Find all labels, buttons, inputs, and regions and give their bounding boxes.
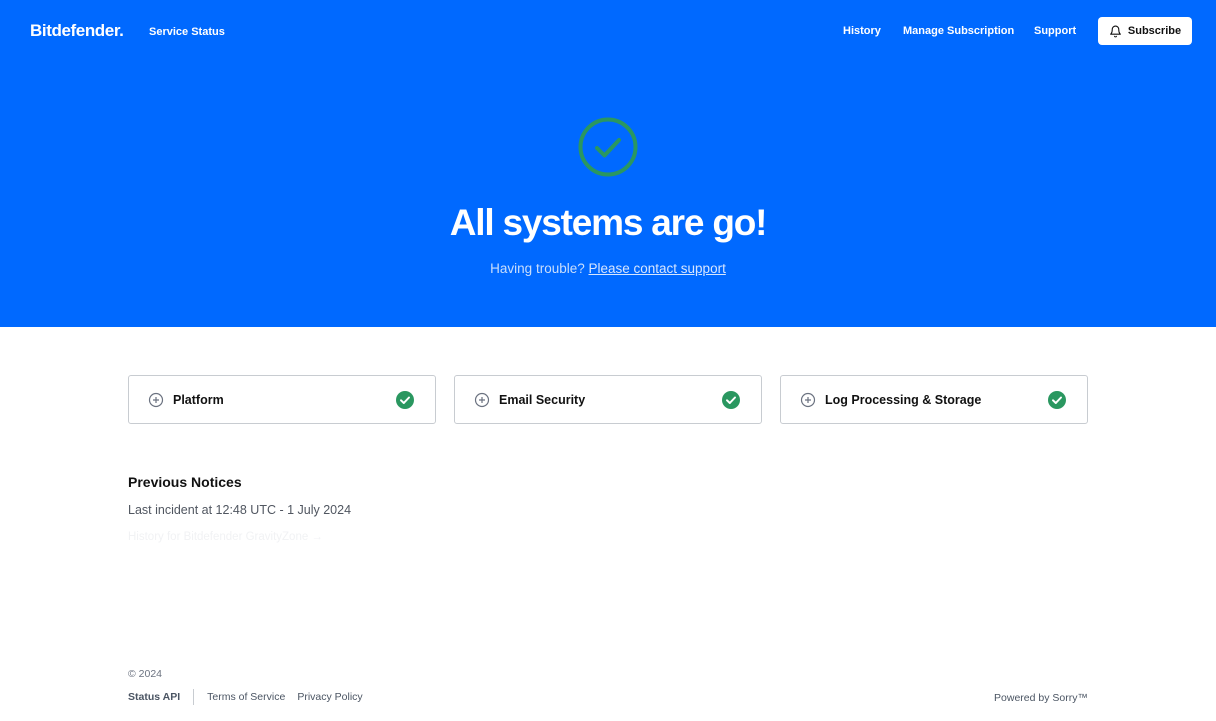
hero-help-text: Having trouble? Please contact support: [0, 261, 1216, 276]
bitdefender-logo[interactable]: Bitdefender.: [30, 21, 124, 41]
footer-links: Status API Terms of Service Privacy Poli…: [128, 689, 363, 705]
terms-of-service-link[interactable]: Terms of Service: [207, 691, 285, 703]
nav-history-link[interactable]: History: [843, 25, 881, 37]
subscribe-label: Subscribe: [1127, 25, 1182, 37]
operational-check-icon: [1048, 391, 1066, 409]
component-name: Platform: [173, 393, 224, 407]
previous-notices-heading: Previous Notices: [128, 474, 242, 490]
nav-manage-subscription-link[interactable]: Manage Subscription: [903, 25, 1014, 37]
component-name: Log Processing & Storage: [825, 393, 982, 407]
expand-plus-icon[interactable]: [148, 392, 164, 408]
privacy-policy-link[interactable]: Privacy Policy: [297, 691, 362, 703]
overall-status-title: All systems are go!: [449, 202, 768, 243]
expand-plus-icon[interactable]: [800, 392, 816, 408]
last-incident-text: Last incident at 12:48 UTC - 1 July 2024: [128, 503, 352, 517]
help-prefix: Having trouble?: [490, 261, 589, 276]
powered-by-link[interactable]: Powered by Sorry™: [994, 692, 1088, 704]
top-navigation: Bitdefender. Service Status History Mana…: [0, 0, 1216, 64]
component-name: Email Security: [499, 393, 586, 407]
history-link[interactable]: History for Bitdefender GravityZone →: [128, 531, 323, 543]
component-card-platform[interactable]: Platform: [128, 375, 436, 424]
service-status-label: Service Status: [149, 26, 225, 38]
nav-support-link[interactable]: Support: [1034, 25, 1076, 37]
component-card-email-security[interactable]: Email Security: [454, 375, 762, 424]
bell-icon: [1109, 25, 1121, 37]
contact-support-link[interactable]: Please contact support: [588, 261, 725, 276]
operational-check-icon: [396, 391, 414, 409]
operational-check-icon: [722, 391, 740, 409]
check-circle-icon: [578, 117, 638, 177]
component-card-log-processing[interactable]: Log Processing & Storage: [780, 375, 1088, 424]
copyright: © 2024: [128, 668, 163, 680]
subscribe-button[interactable]: Subscribe: [1098, 17, 1192, 45]
expand-plus-icon[interactable]: [474, 392, 490, 408]
footer-divider: [193, 689, 195, 705]
status-api-link[interactable]: Status API: [128, 691, 180, 703]
